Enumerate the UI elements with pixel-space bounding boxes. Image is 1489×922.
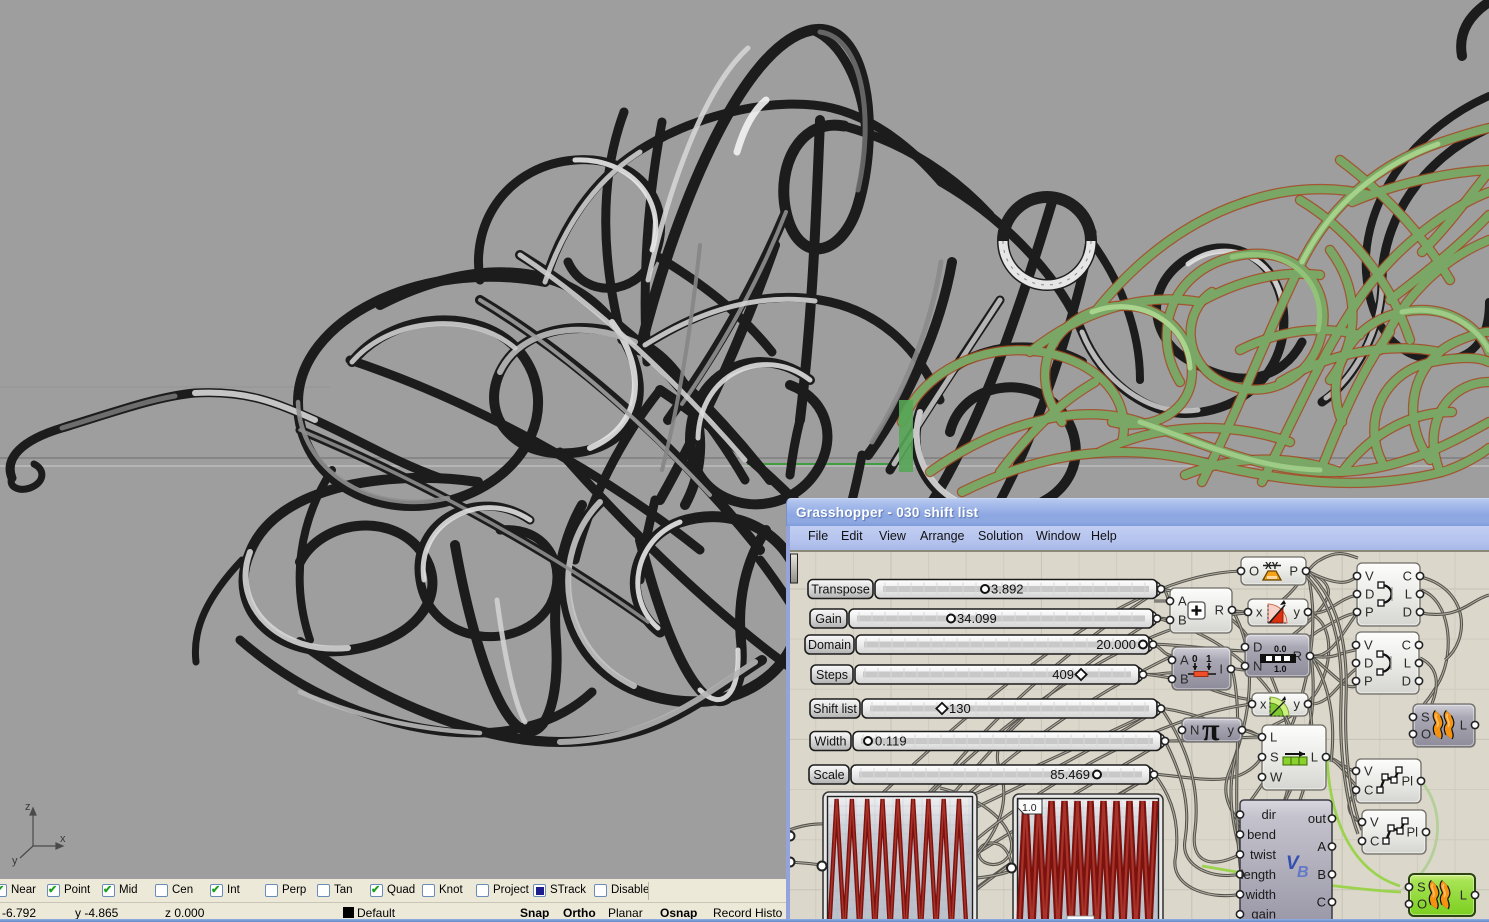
svg-text:L: L xyxy=(1405,587,1412,602)
svg-text:x: x xyxy=(1256,605,1263,620)
svg-text:85.469: 85.469 xyxy=(1050,767,1090,782)
svg-text:D: D xyxy=(1364,656,1373,671)
svg-text:20.000: 20.000 xyxy=(1096,637,1136,652)
svg-text:P: P xyxy=(1365,605,1374,620)
svg-text:C: C xyxy=(1364,783,1373,798)
svg-text:y: y xyxy=(1294,605,1301,620)
svg-text:B: B xyxy=(1317,867,1326,882)
svg-text:V: V xyxy=(1364,764,1373,779)
svg-text:I: I xyxy=(1219,662,1223,677)
svg-text:W: W xyxy=(1270,770,1283,785)
svg-text:out: out xyxy=(1308,811,1326,826)
svg-text:O: O xyxy=(1417,897,1427,912)
svg-text:L: L xyxy=(1460,888,1467,903)
svg-text:Width: Width xyxy=(815,735,847,749)
svg-text:twist: twist xyxy=(1250,847,1276,862)
svg-text:O: O xyxy=(1421,727,1431,742)
svg-text:z: z xyxy=(25,801,31,813)
svg-text:dir: dir xyxy=(1262,807,1277,822)
svg-text:D: D xyxy=(1253,640,1262,655)
svg-text:3.892: 3.892 xyxy=(991,582,1024,597)
svg-text:P: P xyxy=(1289,564,1298,579)
svg-text:409: 409 xyxy=(1052,667,1074,682)
svg-text:C: C xyxy=(1403,569,1412,584)
svg-text:Gain: Gain xyxy=(815,612,841,626)
svg-text:B: B xyxy=(1297,864,1309,881)
svg-text:Transpose: Transpose xyxy=(811,583,870,597)
svg-text:S: S xyxy=(1270,750,1279,765)
svg-text:y: y xyxy=(12,855,18,867)
svg-text:length: length xyxy=(1241,867,1276,882)
svg-text:L: L xyxy=(1404,656,1411,671)
svg-text:O: O xyxy=(1249,564,1259,579)
svg-text:π: π xyxy=(1202,711,1220,747)
svg-text:D: D xyxy=(1365,587,1374,602)
svg-text:V: V xyxy=(1364,638,1373,653)
svg-text:V: V xyxy=(1365,569,1374,584)
svg-text:Pl: Pl xyxy=(1406,825,1418,840)
svg-text:L: L xyxy=(1460,718,1467,733)
svg-text:x: x xyxy=(60,833,66,845)
svg-text:Shift list: Shift list xyxy=(813,702,857,716)
svg-text:V: V xyxy=(1370,815,1379,830)
svg-text:A: A xyxy=(1317,839,1326,854)
svg-text:y: y xyxy=(1294,697,1301,712)
svg-text:Scale: Scale xyxy=(813,768,844,782)
svg-text:34.099: 34.099 xyxy=(957,611,997,626)
svg-text:D: D xyxy=(1403,605,1412,620)
svg-text:bend: bend xyxy=(1247,827,1276,842)
svg-text:B: B xyxy=(1178,613,1187,628)
svg-text:Domain: Domain xyxy=(808,638,851,652)
svg-text:0.119: 0.119 xyxy=(875,734,907,749)
svg-text:A: A xyxy=(1180,653,1189,668)
svg-text:y: y xyxy=(1228,723,1235,738)
svg-text:S: S xyxy=(1417,880,1426,895)
svg-text:0.0: 0.0 xyxy=(1274,644,1287,654)
svg-text:L: L xyxy=(1270,730,1277,745)
svg-text:R: R xyxy=(1215,603,1224,618)
svg-text:Pl: Pl xyxy=(1401,774,1413,789)
svg-text:1.0: 1.0 xyxy=(1022,802,1037,814)
svg-text:C: C xyxy=(1370,834,1379,849)
svg-text:A: A xyxy=(1178,594,1187,609)
svg-text:C: C xyxy=(1402,638,1411,653)
svg-text:P: P xyxy=(1364,674,1373,689)
svg-text:S: S xyxy=(1421,710,1430,725)
svg-text:B: B xyxy=(1180,672,1189,687)
svg-text:L: L xyxy=(1311,750,1318,765)
svg-text:XY: XY xyxy=(1265,561,1279,572)
svg-text:1.0: 1.0 xyxy=(1274,664,1287,674)
svg-text:x: x xyxy=(1260,697,1267,712)
svg-text:C: C xyxy=(1317,895,1326,910)
svg-text:130: 130 xyxy=(949,701,971,716)
svg-text:N: N xyxy=(1190,723,1199,738)
svg-text:width: width xyxy=(1245,887,1276,902)
svg-text:Steps: Steps xyxy=(816,668,848,682)
svg-text:D: D xyxy=(1402,674,1411,689)
